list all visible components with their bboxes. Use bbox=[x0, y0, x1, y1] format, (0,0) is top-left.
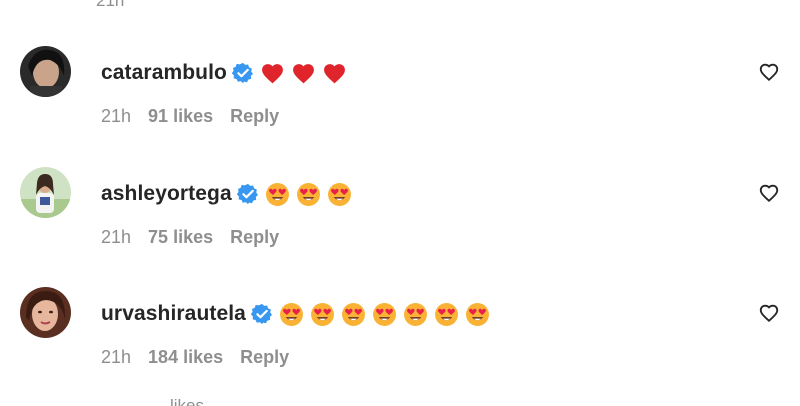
heart-eyes-emoji-icon bbox=[280, 302, 303, 326]
heart-outline-icon[interactable] bbox=[758, 61, 780, 83]
verified-badge-icon bbox=[236, 183, 258, 205]
timestamp[interactable]: 21h bbox=[101, 106, 131, 127]
avatar[interactable] bbox=[20, 167, 71, 218]
verified-badge-icon bbox=[250, 303, 272, 325]
emoji-row bbox=[279, 302, 496, 327]
red-heart-icon bbox=[293, 63, 314, 83]
likes-count[interactable]: 184 likes bbox=[148, 347, 223, 368]
clipped-likes: likes bbox=[170, 396, 205, 406]
username[interactable]: catarambulo bbox=[101, 61, 227, 85]
reply-button[interactable]: Reply bbox=[240, 347, 289, 368]
timestamp[interactable]: 21h bbox=[101, 347, 131, 368]
username[interactable]: ashleyortega bbox=[101, 182, 232, 206]
comment-line: catarambulo bbox=[101, 59, 353, 87]
comment-meta: 21h 91 likes Reply bbox=[101, 106, 279, 127]
comment-item: catarambulo 21h 91 likes Reply bbox=[0, 46, 800, 146]
comment-line: urvashirautela bbox=[101, 300, 496, 328]
comment-meta: 21h 75 likes Reply bbox=[101, 227, 279, 248]
comment-item: ashleyortega 21h 75 likes Reply bbox=[0, 167, 800, 267]
timestamp[interactable]: 21h bbox=[101, 227, 131, 248]
reply-button[interactable]: Reply bbox=[230, 227, 279, 248]
verified-badge-icon bbox=[231, 62, 253, 84]
heart-eyes-emoji-icon bbox=[435, 302, 458, 326]
heart-eyes-emoji-icon bbox=[373, 302, 396, 326]
red-heart-icon bbox=[262, 63, 283, 83]
heart-eyes-emoji-icon bbox=[327, 182, 351, 206]
heart-eyes-emoji-icon bbox=[296, 182, 320, 206]
comment-item: urvashirautela 21h 184 likes Reply bbox=[0, 287, 800, 387]
avatar[interactable] bbox=[20, 287, 71, 338]
clipped-timestamp: 21h bbox=[96, 0, 125, 10]
avatar[interactable] bbox=[20, 46, 71, 97]
username[interactable]: urvashirautela bbox=[101, 302, 246, 326]
emoji-row bbox=[260, 61, 353, 86]
comments-panel: 21h catarambulo 21h 91 likes Reply ashle… bbox=[0, 0, 800, 406]
red-heart-icon bbox=[324, 63, 345, 83]
heart-eyes-emoji-icon bbox=[311, 302, 334, 326]
heart-eyes-emoji-icon bbox=[342, 302, 365, 326]
heart-eyes-emoji-icon bbox=[466, 302, 489, 326]
reply-button[interactable]: Reply bbox=[230, 106, 279, 127]
heart-eyes-emoji-icon bbox=[404, 302, 427, 326]
likes-count[interactable]: 91 likes bbox=[148, 106, 213, 127]
emoji-row bbox=[265, 182, 358, 207]
likes-count[interactable]: 75 likes bbox=[148, 227, 213, 248]
comment-meta: 21h 184 likes Reply bbox=[101, 347, 289, 368]
heart-outline-icon[interactable] bbox=[758, 302, 780, 324]
heart-eyes-emoji-icon bbox=[265, 182, 289, 206]
heart-outline-icon[interactable] bbox=[758, 182, 780, 204]
comment-line: ashleyortega bbox=[101, 180, 358, 208]
